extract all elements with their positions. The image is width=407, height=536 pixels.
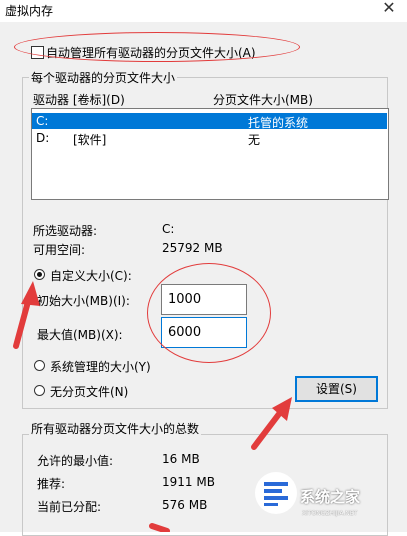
annotation-arrow-bottom	[149, 523, 170, 532]
watermark-logo-mark-icon	[264, 482, 288, 506]
watermark-brand: 系统之家	[300, 488, 361, 506]
annotation-arrow-set	[251, 397, 292, 450]
watermark-logo-icon	[255, 472, 297, 514]
annotation-arrow-custom	[13, 281, 40, 349]
annotation-arrows	[13, 281, 292, 532]
watermark-url: XITONGZHIJIA.NET	[302, 510, 358, 517]
